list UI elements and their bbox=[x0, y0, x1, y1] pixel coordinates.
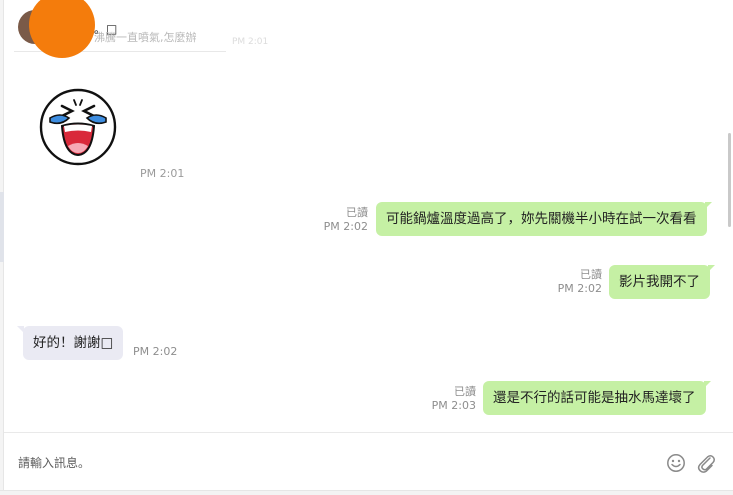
outgoing-message-bubble[interactable]: 影片我開不了 bbox=[609, 265, 715, 299]
window-bottom-edge bbox=[0, 490, 733, 495]
quoted-message-card[interactable]: 。□ 沸騰一直噴氣,怎麼辦 bbox=[14, 0, 226, 58]
chat-scrollbar[interactable] bbox=[728, 133, 731, 227]
smiley-icon[interactable] bbox=[666, 453, 686, 473]
quoted-message-time: PM 2:01 bbox=[232, 37, 269, 47]
read-label: 已讀 bbox=[580, 268, 602, 281]
message-time: PM 2:03 bbox=[431, 399, 476, 412]
message-time: PM 2:02 bbox=[133, 345, 178, 358]
privacy-redaction-circle bbox=[29, 0, 95, 58]
quoted-message-text: 沸騰一直噴氣,怎麼辦 bbox=[94, 31, 197, 44]
read-label: 已讀 bbox=[454, 385, 476, 398]
outgoing-message-bubble[interactable]: 還是不行的話可能是抽水馬達壞了 bbox=[483, 381, 710, 415]
message-time: PM 2:02 bbox=[557, 282, 602, 295]
outgoing-message-bubble[interactable]: 可能鍋爐溫度過高了，妳先關機半小時在試一次看看 bbox=[376, 202, 711, 236]
read-receipt: 已讀 PM 2:02 bbox=[320, 206, 368, 234]
message-time: PM 2:02 bbox=[323, 220, 368, 233]
paperclip-icon[interactable] bbox=[696, 452, 716, 474]
message-input[interactable] bbox=[18, 453, 618, 473]
read-receipt: 已讀 PM 2:02 bbox=[554, 268, 602, 296]
incoming-message-bubble[interactable]: 好的！謝謝□ bbox=[16, 326, 124, 360]
read-label: 已讀 bbox=[346, 206, 368, 219]
message-composer bbox=[4, 432, 733, 490]
chat-history[interactable]: 。□ 沸騰一直噴氣,怎麼辦 PM 2:01 PM 2:01 已讀 PM 2:02… bbox=[4, 0, 733, 432]
crying-laughing-sticker-icon[interactable] bbox=[38, 88, 118, 166]
message-time: PM 2:01 bbox=[140, 167, 185, 180]
read-receipt: 已讀 PM 2:03 bbox=[428, 385, 476, 413]
